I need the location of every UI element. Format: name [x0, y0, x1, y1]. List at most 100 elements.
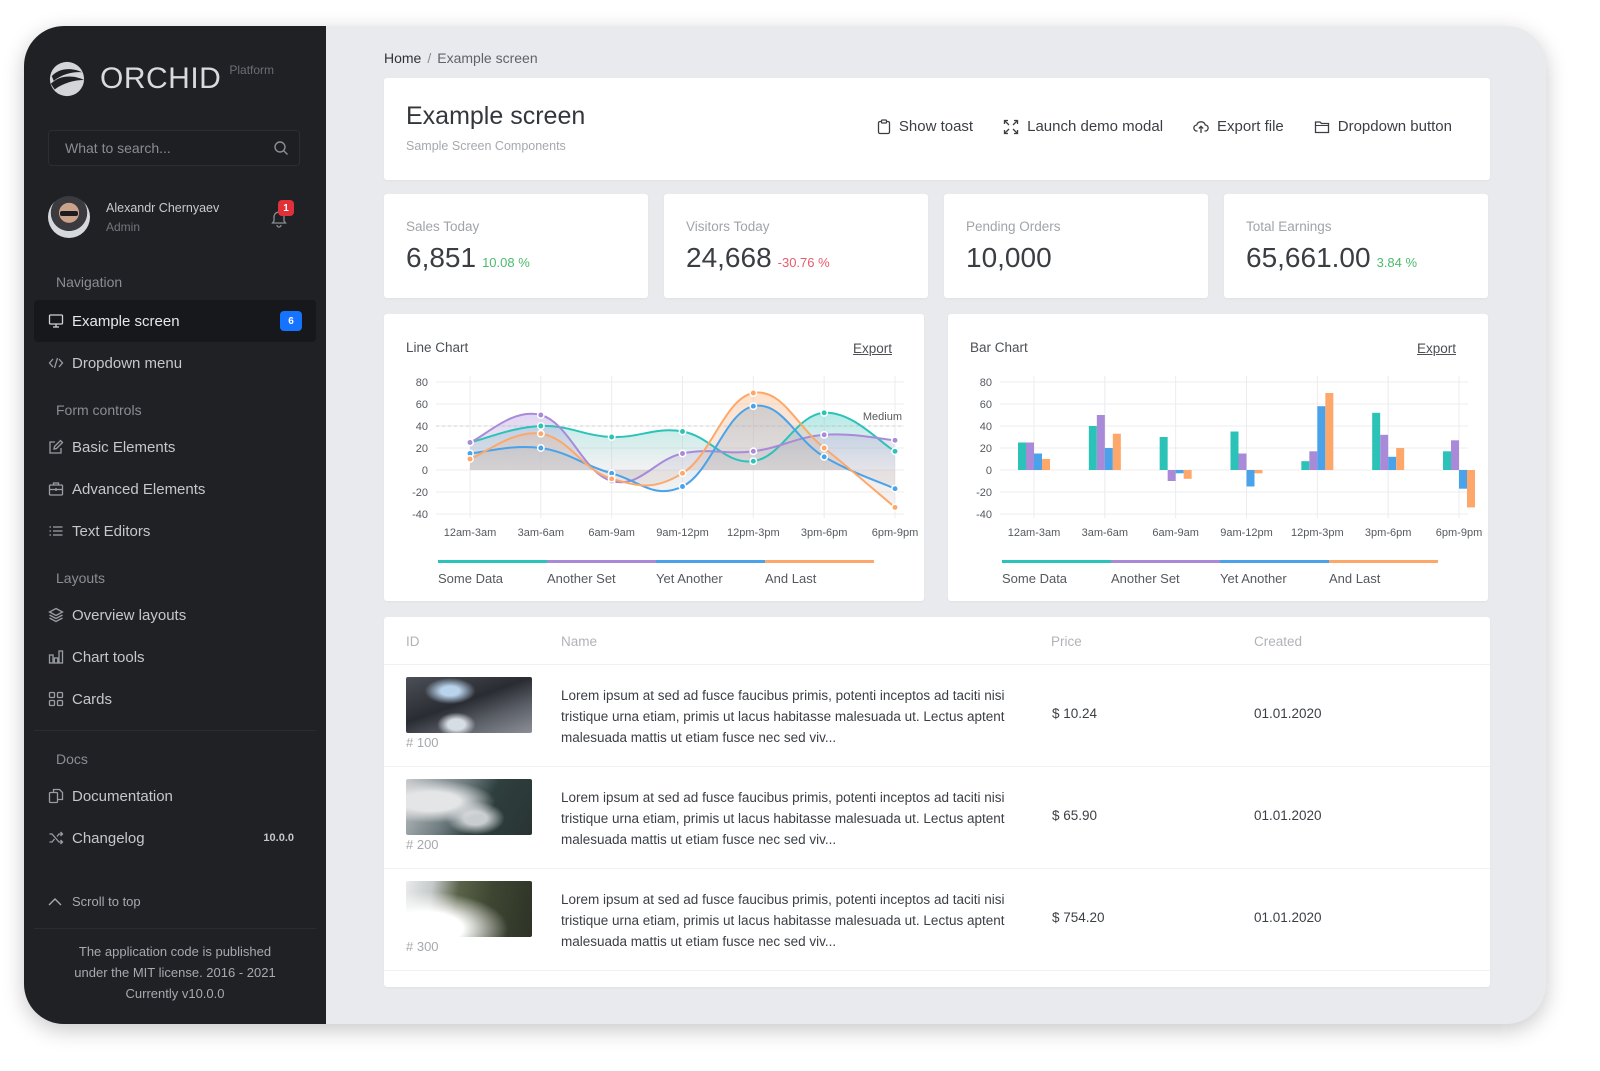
- version-label: 10.0.0: [263, 832, 294, 844]
- data-point: [820, 430, 829, 439]
- bar: [1175, 470, 1184, 474]
- stat-card-pending-orders: Pending Orders 10,000: [944, 194, 1208, 298]
- stat-label: Sales Today: [406, 219, 480, 234]
- brand[interactable]: ORCHID Platform: [48, 60, 274, 98]
- sidebar-item-label: Basic Elements: [72, 438, 176, 456]
- x-tick-label: 12pm-3pm: [727, 527, 780, 539]
- user-role: Admin: [106, 219, 141, 234]
- breadcrumb: Home / Example screen: [384, 50, 538, 66]
- scroll-to-top-button[interactable]: Scroll to top: [48, 894, 141, 909]
- bar: [1459, 470, 1467, 489]
- data-point: [678, 482, 687, 491]
- x-tick-label: 3am-6am: [518, 527, 564, 539]
- breadcrumb-home-link[interactable]: Home: [384, 50, 421, 66]
- legend-swatch: [1220, 560, 1329, 563]
- action-label: Export file: [1217, 118, 1284, 135]
- legend-swatch: [765, 560, 874, 563]
- chevron-up-icon: [48, 897, 62, 905]
- sidebar-item-advanced-elements[interactable]: Advanced Elements: [34, 468, 316, 510]
- search-icon[interactable]: [273, 140, 289, 156]
- row-created: 01.01.2020: [1254, 808, 1322, 823]
- sidebar-item-chart-tools[interactable]: Chart tools: [34, 636, 316, 678]
- edit-icon: [49, 439, 64, 454]
- legend-swatch: [547, 560, 656, 563]
- dropdown-button[interactable]: Dropdown button: [1314, 118, 1452, 135]
- y-tick-label: -20: [412, 487, 428, 499]
- column-header-price[interactable]: Price: [1051, 634, 1082, 649]
- footer-divider: [34, 928, 316, 929]
- search-input[interactable]: [65, 140, 273, 156]
- documents-icon: [48, 788, 64, 804]
- sidebar-item-cards[interactable]: Cards: [34, 678, 316, 720]
- sidebar-item-label: Text Editors: [72, 522, 151, 540]
- export-link[interactable]: Export: [853, 341, 892, 356]
- nav-section-title: Form controls: [56, 402, 142, 418]
- sidebar-item-example-screen[interactable]: Example screen 6: [34, 300, 316, 342]
- data-point: [536, 444, 545, 452]
- sidebar-item-basic-elements[interactable]: Basic Elements: [34, 426, 316, 468]
- bar: [1159, 437, 1168, 470]
- column-header-id[interactable]: ID: [406, 634, 420, 649]
- column-header-created[interactable]: Created: [1254, 634, 1302, 649]
- bar: [1443, 451, 1451, 470]
- table-row[interactable]: # 200 Lorem ipsum at sed ad fusce faucib…: [384, 767, 1490, 869]
- export-file-button[interactable]: Export file: [1193, 118, 1284, 135]
- y-tick-label: 60: [980, 399, 992, 411]
- footer-line: The application code is published: [78, 944, 272, 959]
- sidebar-item-dropdown-menu[interactable]: Dropdown menu: [34, 342, 316, 384]
- sidebar-item-text-editors[interactable]: Text Editors: [34, 510, 316, 552]
- table-row[interactable]: # 300 Lorem ipsum at sed ad fusce faucib…: [384, 869, 1490, 971]
- x-tick-label: 6pm-9pm: [872, 527, 918, 539]
- stat-card-total-earnings: Total Earnings 65,661.00 3.84 %: [1224, 194, 1488, 298]
- bar: [1451, 440, 1459, 470]
- column-header-name[interactable]: Name: [561, 634, 597, 649]
- data-point: [678, 469, 687, 478]
- bar: [1167, 470, 1176, 481]
- row-created: 01.01.2020: [1254, 706, 1322, 721]
- sidebar-divider: [34, 730, 316, 731]
- sidebar-item-label: Advanced Elements: [72, 480, 206, 498]
- y-tick-label: 40: [980, 421, 992, 433]
- launch-demo-modal-button[interactable]: Launch demo modal: [1003, 118, 1163, 135]
- data-point: [749, 402, 758, 411]
- code-icon: [48, 357, 64, 369]
- bar: [1301, 461, 1310, 470]
- bar: [1104, 448, 1113, 470]
- data-point: [820, 408, 829, 417]
- legend-swatch: [656, 560, 765, 563]
- data-point: [536, 429, 545, 438]
- y-tick-label: 80: [416, 377, 428, 389]
- y-tick-label: -40: [976, 509, 992, 521]
- chart-title: Bar Chart: [970, 340, 1028, 355]
- sidebar-item-changelog[interactable]: Changelog 10.0.0: [34, 817, 316, 859]
- export-link[interactable]: Export: [1417, 341, 1456, 356]
- data-point: [749, 457, 758, 466]
- stat-label: Total Earnings: [1246, 219, 1332, 234]
- sidebar-item-label: Dropdown menu: [72, 354, 183, 372]
- show-toast-button[interactable]: Show toast: [877, 118, 973, 135]
- data-point: [536, 411, 545, 419]
- row-price: $ 65.90: [1052, 808, 1098, 823]
- bar: [1317, 406, 1326, 470]
- bar: [1034, 453, 1042, 470]
- header-actions: Show toast Launch demo modal Export file…: [877, 118, 1452, 135]
- table-row[interactable]: # 100 Lorem ipsum at sed ad fusce faucib…: [384, 665, 1490, 767]
- brand-name: ORCHID: [100, 62, 222, 95]
- mountain-clouds-thumbnail: [406, 779, 532, 835]
- sidebar-item-overview-layouts[interactable]: Overview layouts: [34, 594, 316, 636]
- notifications-button[interactable]: 1: [270, 200, 294, 228]
- orchid-logo-icon: [49, 61, 85, 97]
- stat-value-row: 24,668 -30.76 %: [686, 242, 830, 274]
- grid-icon: [48, 691, 64, 707]
- legend-label: Some Data: [1002, 571, 1068, 586]
- y-tick-label: 0: [986, 465, 992, 477]
- count-badge: 6: [280, 311, 302, 331]
- bar: [1238, 453, 1247, 470]
- sidebar-item-documentation[interactable]: Documentation: [34, 775, 316, 817]
- sidebar-item-label: Documentation: [72, 787, 173, 805]
- sidebar-item-label: Overview layouts: [72, 606, 187, 624]
- avatar[interactable]: [48, 196, 90, 238]
- legend-swatch: [1329, 560, 1438, 563]
- bar: [1372, 412, 1381, 470]
- user-profile[interactable]: Alexandr Chernyaev Admin 1: [48, 196, 302, 238]
